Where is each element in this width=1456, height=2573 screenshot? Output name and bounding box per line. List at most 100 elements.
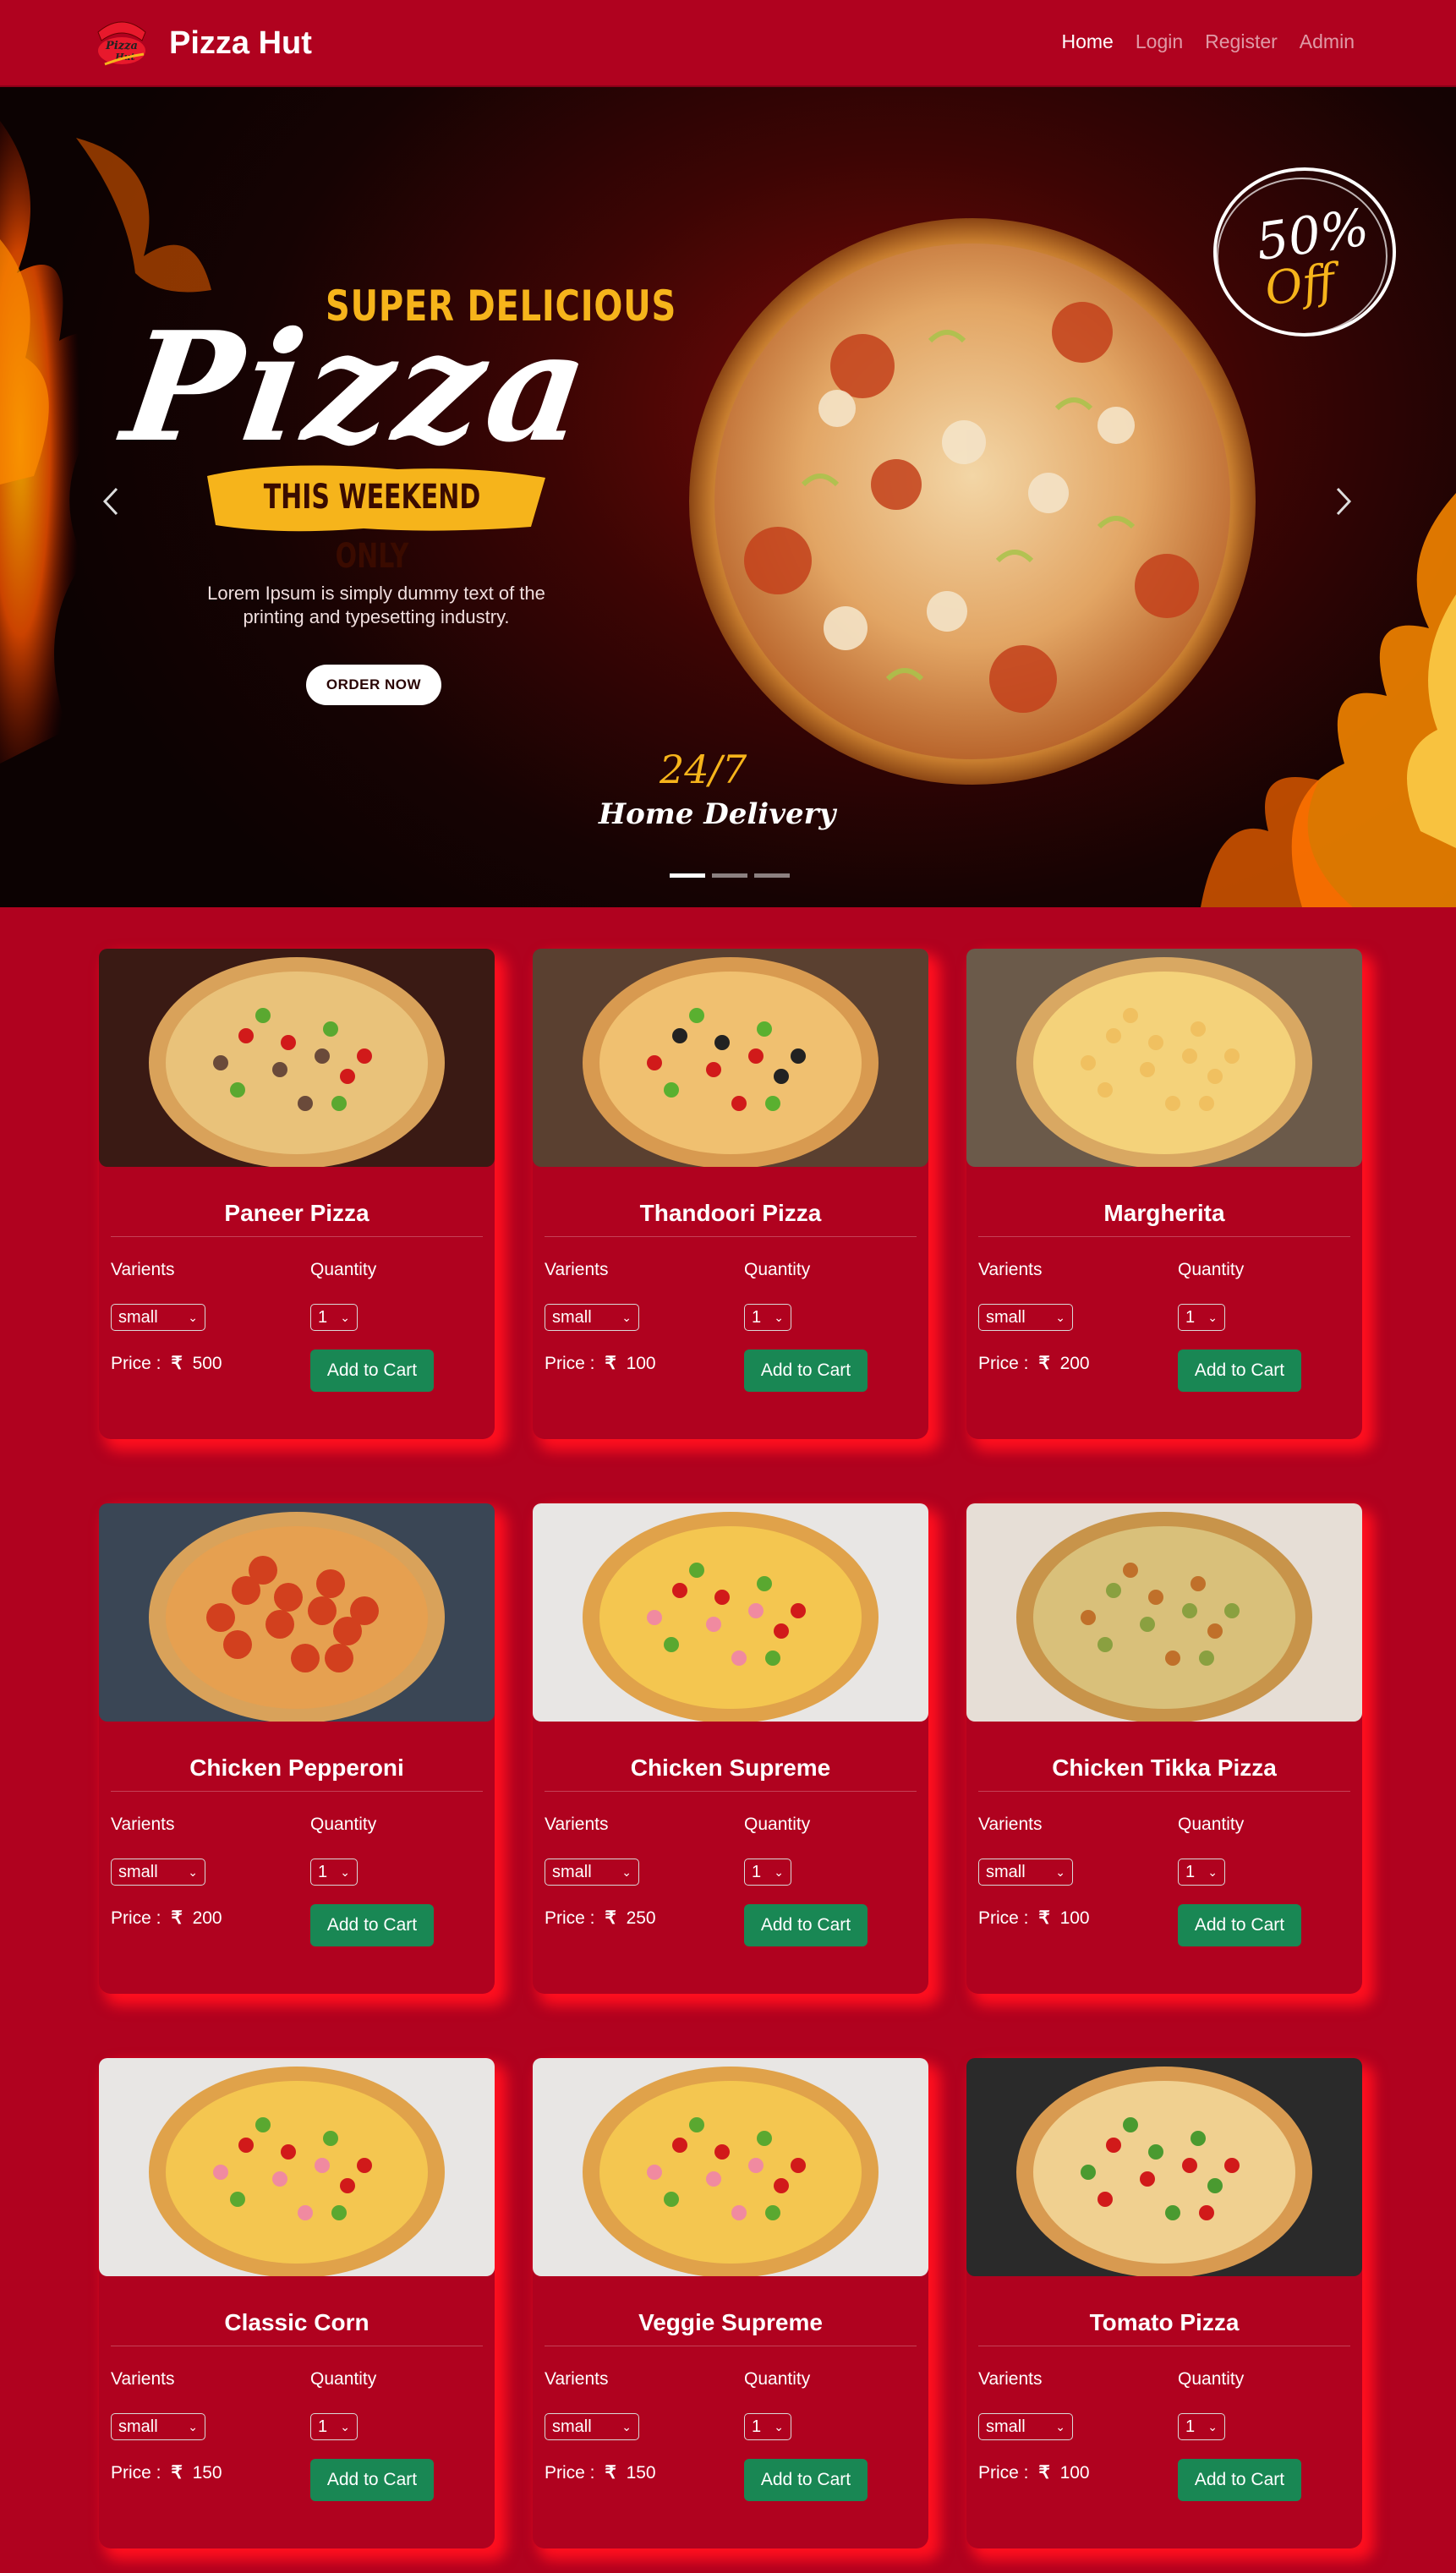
quantity-select[interactable]: 1 ⌄	[744, 2413, 791, 2440]
carousel-indicator[interactable]	[670, 873, 705, 878]
pizza-name: Veggie Supreme	[638, 2309, 823, 2335]
nav-login[interactable]: Login	[1136, 30, 1183, 53]
weekend-banner: THIS WEEKEND ONLY	[203, 468, 541, 576]
chevron-down-icon: ⌄	[621, 2420, 632, 2433]
add-to-cart-button[interactable]: Add to Cart	[1178, 1904, 1301, 1946]
carousel-next-icon[interactable]	[1327, 472, 1361, 531]
quantity-value: 1	[1185, 1308, 1196, 1327]
price-prefix: Price :	[545, 2463, 595, 2483]
price-value: 100	[1059, 1908, 1090, 1928]
varients-label: Varients	[545, 2369, 609, 2389]
variant-select[interactable]: small ⌄	[545, 1859, 639, 1886]
order-now-button[interactable]: ORDER NOW	[306, 665, 441, 705]
price-prefix: Price :	[978, 1354, 1029, 1373]
pizza-name: Chicken Pepperoni	[189, 1755, 404, 1781]
add-to-cart-button[interactable]: Add to Cart	[310, 2459, 434, 2501]
price-value: 150	[192, 2463, 222, 2483]
quantity-select[interactable]: 1 ⌄	[310, 1304, 358, 1331]
variant-select[interactable]: small ⌄	[978, 2413, 1073, 2440]
pizza-image	[966, 2058, 1362, 2276]
add-to-cart-button[interactable]: Add to Cart	[744, 1904, 868, 1946]
rupee-icon: ₹	[1038, 1908, 1050, 1928]
chevron-down-icon: ⌄	[1055, 1311, 1065, 1324]
pizza-photo	[966, 949, 1362, 1167]
pizza-photo	[99, 1503, 495, 1722]
quantity-select[interactable]: 1 ⌄	[310, 2413, 358, 2440]
add-to-cart-button[interactable]: Add to Cart	[744, 1349, 868, 1392]
chevron-down-icon: ⌄	[774, 2420, 784, 2433]
price: Price : ₹ 200	[978, 1353, 1090, 1374]
quantity-value: 1	[318, 1308, 328, 1327]
price: Price : ₹ 100	[978, 2462, 1090, 2483]
variant-value: small	[986, 1863, 1026, 1881]
quantity-select[interactable]: 1 ⌄	[744, 1859, 791, 1886]
pizza-card: Veggie Supreme Varients Quantity small ⌄…	[533, 2058, 928, 2548]
rupee-icon: ₹	[605, 1354, 616, 1373]
carousel-indicator[interactable]	[712, 873, 747, 878]
quantity-select[interactable]: 1 ⌄	[1178, 1304, 1225, 1331]
variant-value: small	[552, 2417, 592, 2436]
chevron-down-icon: ⌄	[340, 1865, 350, 1879]
quantity-value: 1	[1185, 1863, 1196, 1881]
rupee-icon: ₹	[605, 2463, 616, 2483]
variant-value: small	[552, 1308, 592, 1327]
add-to-cart-button[interactable]: Add to Cart	[1178, 1349, 1301, 1392]
quantity-value: 1	[1185, 2417, 1196, 2436]
quantity-select[interactable]: 1 ⌄	[1178, 2413, 1225, 2440]
quantity-label: Quantity	[1178, 2369, 1245, 2389]
pizza-name: Classic Corn	[224, 2309, 369, 2335]
hero-carousel: SUPER DELICIOUS Pizza THIS WEEKEND ONLY …	[0, 87, 1456, 907]
rupee-icon: ₹	[171, 1354, 183, 1373]
varients-label: Varients	[111, 1260, 175, 1279]
chevron-down-icon: ⌄	[340, 1311, 350, 1324]
add-to-cart-button[interactable]: Add to Cart	[744, 2459, 868, 2501]
brand-name[interactable]: Pizza Hut	[169, 25, 312, 62]
nav-admin[interactable]: Admin	[1300, 30, 1355, 53]
quantity-select[interactable]: 1 ⌄	[744, 1304, 791, 1331]
nav-register[interactable]: Register	[1205, 30, 1278, 53]
pizza-photo	[533, 2058, 928, 2276]
variant-select[interactable]: small ⌄	[978, 1304, 1073, 1331]
quantity-label: Quantity	[744, 1815, 811, 1834]
add-to-cart-button[interactable]: Add to Cart	[310, 1904, 434, 1946]
quantity-value: 1	[752, 1308, 762, 1327]
price: Price : ₹ 150	[111, 2462, 222, 2483]
pizza-photo	[99, 949, 495, 1167]
price-prefix: Price :	[111, 1908, 161, 1928]
variant-select[interactable]: small ⌄	[978, 1859, 1073, 1886]
chevron-down-icon: ⌄	[621, 1865, 632, 1879]
variant-select[interactable]: small ⌄	[111, 1859, 205, 1886]
variant-select[interactable]: small ⌄	[111, 1304, 205, 1331]
price-prefix: Price :	[111, 2463, 161, 2483]
quantity-label: Quantity	[1178, 1815, 1245, 1834]
pizza-name: Thandoori Pizza	[639, 1200, 822, 1226]
price-value: 100	[626, 1354, 656, 1373]
carousel-indicator[interactable]	[754, 873, 790, 878]
price: Price : ₹ 100	[978, 1908, 1090, 1929]
add-to-cart-button[interactable]: Add to Cart	[1178, 2459, 1301, 2501]
divider	[978, 1236, 1350, 1237]
quantity-select[interactable]: 1 ⌄	[310, 1859, 358, 1886]
varients-label: Varients	[111, 2369, 175, 2389]
chevron-down-icon: ⌄	[188, 1865, 198, 1879]
quantity-select[interactable]: 1 ⌄	[1178, 1859, 1225, 1886]
brand[interactable]: Pizza Hut Pizza Hut	[93, 15, 312, 71]
add-to-cart-button[interactable]: Add to Cart	[310, 1349, 434, 1392]
varients-label: Varients	[111, 1815, 175, 1834]
variant-select[interactable]: small ⌄	[545, 2413, 639, 2440]
variant-select[interactable]: small ⌄	[545, 1304, 639, 1331]
quantity-value: 1	[318, 2417, 328, 2436]
variant-value: small	[986, 1308, 1026, 1327]
varients-label: Varients	[978, 1815, 1043, 1834]
pizza-card: Chicken Pepperoni Varients Quantity smal…	[99, 1503, 495, 1994]
pizza-card: Margherita Varients Quantity small ⌄ 1 ⌄…	[966, 949, 1362, 1439]
variant-select[interactable]: small ⌄	[111, 2413, 205, 2440]
carousel-prev-icon[interactable]	[93, 472, 127, 531]
nav-links: Home Login Register Admin	[1062, 30, 1355, 53]
nav-home[interactable]: Home	[1062, 30, 1114, 53]
rupee-icon: ₹	[171, 2463, 183, 2483]
varients-label: Varients	[978, 2369, 1043, 2389]
pizza-card: Chicken Tikka Pizza Varients Quantity sm…	[966, 1503, 1362, 1994]
variant-value: small	[118, 1863, 158, 1881]
variant-value: small	[986, 2417, 1026, 2436]
